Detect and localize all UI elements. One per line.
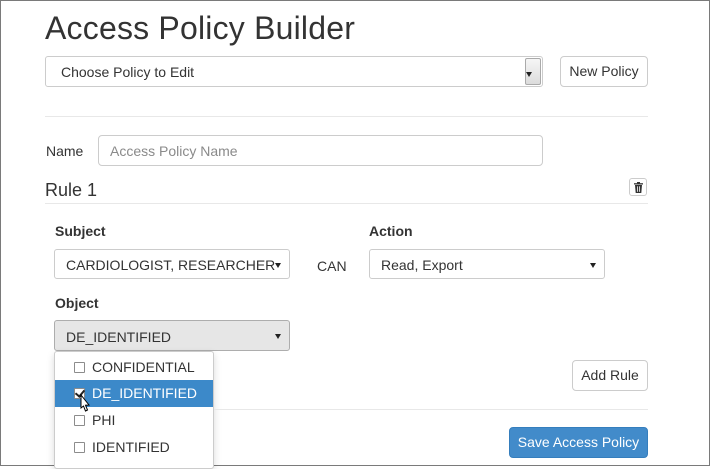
save-access-policy-button[interactable]: Save Access Policy [509,427,648,458]
option-label: DE_IDENTIFIED [92,385,198,401]
option-label: CONFIDENTIAL [92,359,195,375]
option-label: PHI [92,412,116,428]
delete-rule-button[interactable] [629,178,647,196]
subject-select-value: CARDIOLOGIST, RESEARCHER [66,257,276,273]
object-option-confidential[interactable]: CONFIDENTIAL [55,354,213,381]
policy-name-input[interactable] [98,135,543,166]
rule-title: Rule 1 [45,180,98,200]
checkbox[interactable] [74,362,85,373]
policy-select-value: Choose Policy to Edit [61,64,195,80]
subject-select[interactable]: CARDIOLOGIST, RESEARCHER [54,249,290,279]
object-option-identified[interactable]: IDENTIFIED [55,434,213,461]
object-select[interactable]: DE_IDENTIFIED [54,320,290,351]
checkbox[interactable] [74,415,85,426]
name-label: Name [46,143,84,159]
policy-select[interactable]: Choose Policy to Edit [45,56,543,87]
new-policy-button[interactable]: New Policy [560,56,648,87]
chevron-down-icon [526,72,532,77]
mouse-pointer-icon [80,394,90,412]
action-select[interactable]: Read, Export [369,249,605,279]
object-select-value: DE_IDENTIFIED [66,329,172,345]
action-label: Action [369,223,413,239]
policy-select-toggle[interactable] [525,58,541,85]
divider [45,116,648,117]
page-title: Access Policy Builder [45,10,356,46]
chevron-down-icon [275,334,281,339]
chevron-down-icon [590,263,596,268]
subject-label: Subject [55,223,106,239]
divider [214,409,648,410]
checkbox[interactable] [74,442,85,453]
can-connector: CAN [317,258,347,274]
add-rule-button[interactable]: Add Rule [572,360,648,391]
object-label: Object [55,295,99,311]
chevron-down-icon [275,263,281,268]
rule-divider [45,203,648,204]
trash-icon [634,182,643,193]
option-label: IDENTIFIED [92,439,170,455]
action-select-value: Read, Export [381,257,463,273]
